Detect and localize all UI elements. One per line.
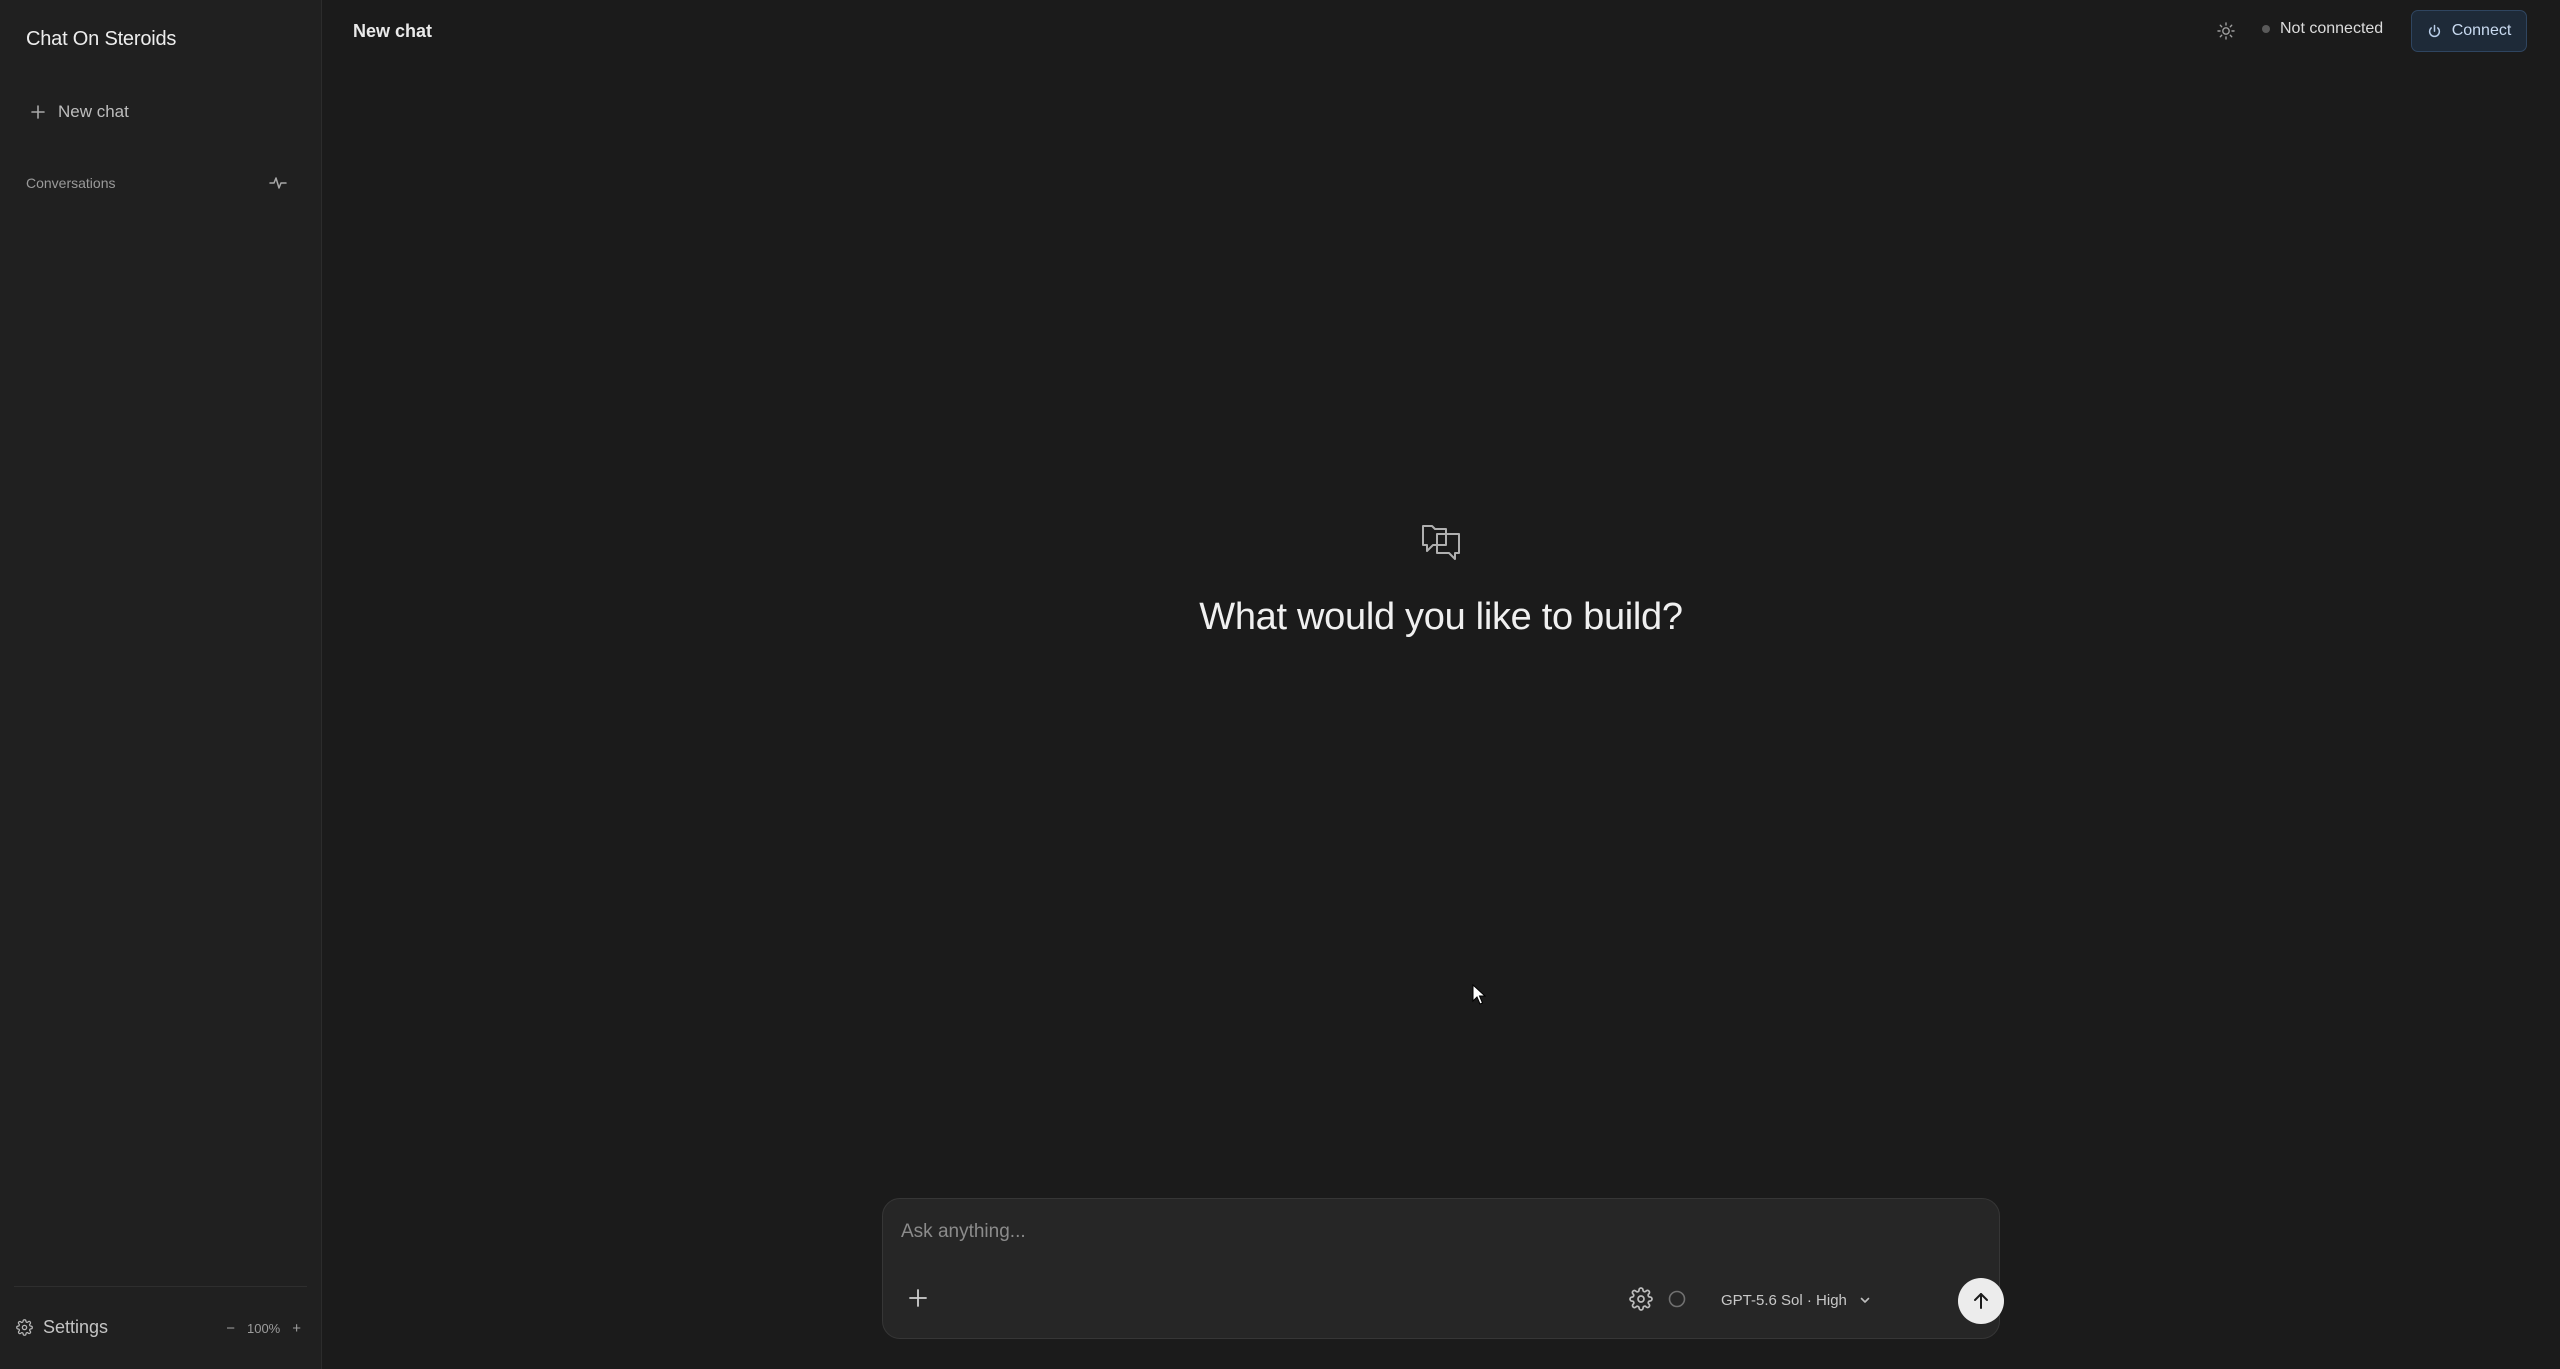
zoom-in-button[interactable]: + <box>292 1320 301 1337</box>
zoom-out-button[interactable]: − <box>226 1320 235 1337</box>
gear-icon <box>16 1319 33 1336</box>
send-button[interactable] <box>1958 1278 2004 1324</box>
settings-label: Settings <box>43 1317 109 1337</box>
connect-label: Connect <box>2451 22 2512 39</box>
settings-button[interactable]: Settings <box>16 1317 108 1338</box>
empty-state-heading: What would you like to build? <box>1199 596 1683 638</box>
mouse-cursor-icon <box>1472 984 1486 1005</box>
settings-icon[interactable] <box>1629 1287 1653 1311</box>
chevron-down-icon <box>1860 1297 1870 1303</box>
new-chat-label: New chat <box>58 102 129 121</box>
plus-icon <box>31 105 45 119</box>
conversations-header: Conversations <box>26 172 288 194</box>
activity-icon[interactable] <box>268 173 288 193</box>
chat-bubbles-icon <box>1422 525 1460 560</box>
zoom-control: − 100% + <box>226 1320 301 1337</box>
sun-icon[interactable] <box>2216 21 2236 41</box>
connection-status: Not connected <box>2262 20 2383 38</box>
main-panel: New chat Not connected Connect What woul… <box>322 0 2560 1369</box>
model-selector[interactable]: GPT-5.6 Sol · High <box>1721 1288 1871 1312</box>
circle-icon <box>1668 1290 1686 1308</box>
model-label: GPT-5.6 Sol · High <box>1721 1291 1847 1309</box>
status-dot <box>2262 25 2270 33</box>
message-input[interactable] <box>901 1215 1981 1249</box>
power-icon <box>2428 24 2440 37</box>
composer: GPT-5.6 Sol · High <box>882 1198 2004 1339</box>
connect-button[interactable]: Connect <box>2411 10 2527 52</box>
arrow-up-icon <box>1974 1293 1988 1309</box>
new-chat-button[interactable]: New chat <box>30 98 129 126</box>
zoom-level: 100% <box>246 1321 281 1336</box>
sidebar-divider <box>14 1286 307 1287</box>
app-brand: Chat On Steroids <box>26 28 177 50</box>
plus-icon[interactable] <box>907 1287 929 1309</box>
status-text: Not connected <box>2280 20 2384 37</box>
conversations-label: Conversations <box>26 175 116 191</box>
page-title: New chat <box>353 21 433 41</box>
app-window: Chat On Steroids New chat Conversations … <box>0 0 2560 1369</box>
sidebar: Chat On Steroids New chat Conversations … <box>0 0 322 1369</box>
empty-state: What would you like to build? <box>322 520 2560 639</box>
